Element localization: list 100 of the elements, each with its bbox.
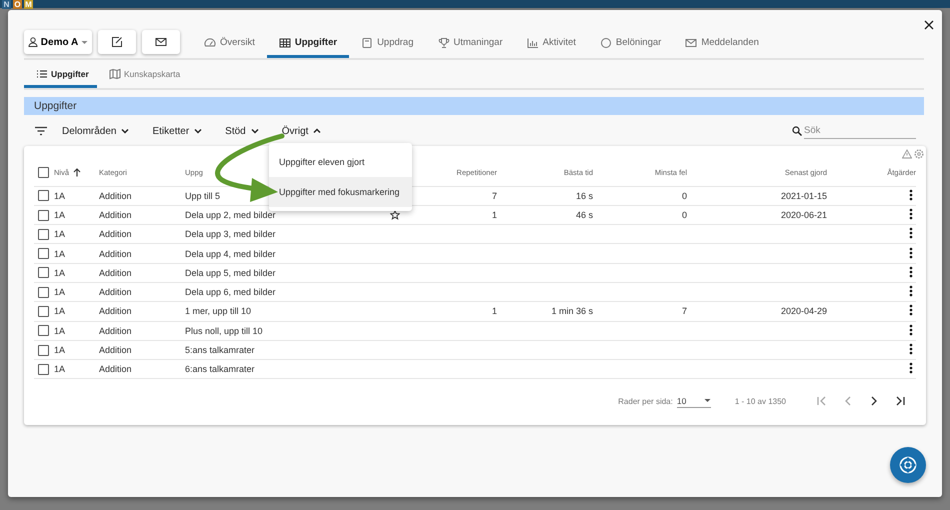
tab[interactable]: Utmaningar xyxy=(426,30,515,58)
table-cell: 2020-06-21 xyxy=(780,210,827,220)
close-icon xyxy=(924,20,934,30)
mail-icon xyxy=(155,36,167,48)
more-icon[interactable] xyxy=(909,285,913,298)
settings-icon[interactable] xyxy=(914,149,924,159)
checkbox[interactable] xyxy=(38,210,49,220)
checkbox[interactable] xyxy=(38,167,49,178)
table-cell: Upp till 5 xyxy=(185,190,220,201)
table-cell: Dela upp 4, med bilder xyxy=(185,248,276,259)
filter-dropdown[interactable]: Delområden xyxy=(62,126,130,136)
arrow-up-icon xyxy=(73,168,82,178)
table-cell: 1A xyxy=(54,210,66,220)
star-icon[interactable] xyxy=(390,210,400,220)
checkbox[interactable] xyxy=(38,286,49,298)
search-field[interactable]: Sök xyxy=(804,123,916,139)
table-cell: 1A xyxy=(54,306,66,316)
logo-letter: M xyxy=(24,0,33,9)
rows-per-page-label: Rader per sida: xyxy=(618,396,673,406)
checkbox[interactable] xyxy=(38,344,49,356)
table-cell: 1A xyxy=(54,326,66,336)
checkbox[interactable] xyxy=(38,248,49,260)
caret-icon xyxy=(81,40,88,44)
edit-button[interactable] xyxy=(98,30,136,54)
more-icon[interactable] xyxy=(909,343,913,356)
mail-icon xyxy=(685,36,698,48)
table-cell: 1A xyxy=(54,190,66,201)
table-cell: 2020-04-29 xyxy=(780,306,827,316)
filter-dropdown[interactable]: Övrigt xyxy=(282,126,322,136)
checkbox[interactable] xyxy=(38,190,49,202)
message-button[interactable] xyxy=(142,30,180,54)
circle-icon xyxy=(600,36,612,48)
table-cell: Addition xyxy=(99,229,132,240)
caret-icon xyxy=(704,398,711,404)
table-cell: Addition xyxy=(99,248,132,259)
filter-dropdown[interactable]: Stöd xyxy=(225,126,260,136)
checkbox[interactable] xyxy=(38,325,49,336)
tab[interactable]: Uppgifter xyxy=(24,62,97,88)
chevron-down-icon xyxy=(120,126,130,136)
close-button[interactable] xyxy=(922,18,936,32)
table-cell: Addition xyxy=(99,190,132,201)
list-icon xyxy=(36,68,48,80)
page-range: 1 - 10 av 1350 xyxy=(734,396,786,406)
menu-item[interactable]: Uppgifter med fokusmarkering xyxy=(269,177,412,207)
chevron-down-icon xyxy=(193,126,204,136)
warning-icon[interactable] xyxy=(902,149,912,159)
more-icon[interactable] xyxy=(909,246,913,259)
table-cell: Plus noll, upp till 10 xyxy=(185,326,263,336)
more-icon[interactable] xyxy=(909,227,913,240)
more-icon[interactable] xyxy=(909,208,913,220)
tab[interactable]: Översikt xyxy=(192,30,267,58)
table-cell: 1A xyxy=(54,268,66,278)
filter-dropdown[interactable]: Etiketter xyxy=(152,126,204,136)
checkbox[interactable] xyxy=(38,306,49,317)
trophy-icon xyxy=(438,36,450,48)
tab[interactable]: Uppgifter xyxy=(266,30,350,58)
tab[interactable]: Belöningar xyxy=(588,30,674,58)
table-cell: 1A xyxy=(54,364,66,374)
table-cell: 0 xyxy=(682,210,687,220)
table-cell: Addition xyxy=(99,268,132,278)
table-cell: Addition xyxy=(99,364,132,374)
table-cell: 2021-01-15 xyxy=(780,190,827,201)
lifebuoy-icon xyxy=(898,455,918,475)
checkbox[interactable] xyxy=(38,267,49,278)
tab[interactable]: Aktivitet xyxy=(514,30,588,58)
more-icon[interactable] xyxy=(909,266,913,278)
table-cell: 6:ans talkamrater xyxy=(185,364,255,374)
table-cell: 5:ans talkamrater xyxy=(185,345,255,356)
first-page-icon xyxy=(816,395,828,408)
tab[interactable]: Uppdrag xyxy=(349,30,426,58)
help-button[interactable] xyxy=(890,447,926,483)
table-cell: 7 xyxy=(492,190,497,201)
section-header: Uppgifter xyxy=(24,97,924,115)
more-icon[interactable] xyxy=(909,324,913,336)
table-cell: Dela upp 2, med bilder xyxy=(185,210,276,220)
filter-icon[interactable] xyxy=(34,126,48,136)
checkbox[interactable] xyxy=(38,364,49,375)
more-icon[interactable] xyxy=(909,188,913,201)
tab[interactable]: Kunskapskarta xyxy=(97,62,192,88)
more-icon[interactable] xyxy=(909,304,913,316)
rows-per-page-select[interactable]: 10 xyxy=(676,394,711,408)
table-cell: 7 xyxy=(682,306,687,316)
table-cell: Addition xyxy=(99,306,132,316)
table-cell: 1A xyxy=(54,287,66,298)
table-cell: Dela upp 3, med bilder xyxy=(185,229,276,240)
table-cell: 1A xyxy=(54,229,66,240)
chevron-down-icon xyxy=(250,126,260,136)
bar-chart-icon xyxy=(526,36,539,48)
user-dropdown[interactable]: Demo A xyxy=(24,30,92,54)
table-cell: 46 s xyxy=(576,210,593,220)
menu-item[interactable]: Uppgifter eleven gjort xyxy=(269,147,412,177)
logo-letter: O xyxy=(13,0,22,9)
more-icon[interactable] xyxy=(909,362,913,374)
table-cell: 1A xyxy=(54,248,66,259)
tab[interactable]: Meddelanden xyxy=(673,30,771,58)
checkbox[interactable] xyxy=(38,228,49,240)
last-page-icon xyxy=(894,395,906,408)
book-icon xyxy=(361,36,374,48)
table-cell: 1 min 36 s xyxy=(551,306,593,316)
map-icon xyxy=(109,68,121,80)
